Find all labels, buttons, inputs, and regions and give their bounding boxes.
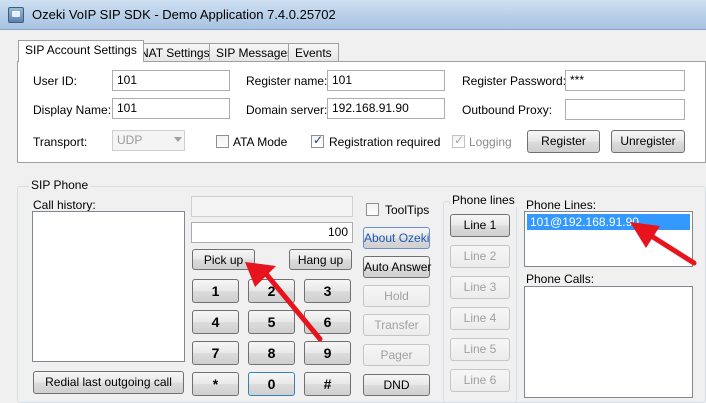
phone-lines-group-title: Phone lines <box>450 193 517 207</box>
hang-up-button[interactable]: Hang up <box>289 249 352 270</box>
redial-button[interactable]: Redial last outgoing call <box>33 371 184 394</box>
transport-select[interactable]: UDP <box>112 130 185 151</box>
volume-field[interactable]: 100 <box>191 222 353 243</box>
keypad-3-button[interactable]: 3 <box>304 279 351 303</box>
keypad-7-button[interactable]: 7 <box>192 341 239 365</box>
keypad-star-button[interactable]: * <box>192 372 239 396</box>
phone-calls-list[interactable] <box>524 286 693 398</box>
unregister-button[interactable]: Unregister <box>611 130 685 153</box>
phone-lines-list-label: Phone Lines: <box>526 198 597 212</box>
registration-required-checkbox[interactable] <box>311 133 324 148</box>
pager-button[interactable]: Pager <box>363 344 430 366</box>
keypad-6-button[interactable]: 6 <box>304 310 351 334</box>
tab-events[interactable]: Events <box>288 43 339 63</box>
display-name-label: Display Name: <box>33 103 112 117</box>
domain-server-field[interactable]: 192.168.91.90 <box>327 98 445 119</box>
tooltips-label: ToolTips <box>385 203 430 217</box>
transport-label: Transport: <box>33 135 88 149</box>
keypad-8-button[interactable]: 8 <box>248 341 295 365</box>
keypad-5-button[interactable]: 5 <box>248 310 295 334</box>
sip-phone-group-title: SIP Phone <box>29 178 91 192</box>
tab-sip-account-settings[interactable]: SIP Account Settings <box>18 40 144 62</box>
keypad-9-button[interactable]: 9 <box>304 341 351 365</box>
keypad-hash-button[interactable]: # <box>304 372 351 396</box>
pick-up-button[interactable]: Pick up <box>192 249 255 270</box>
phone-calls-label: Phone Calls: <box>526 272 595 286</box>
line-2-button[interactable]: Line 2 <box>450 245 510 268</box>
line-5-button[interactable]: Line 5 <box>450 338 510 361</box>
domain-server-label: Domain server: <box>246 103 328 117</box>
phone-line-item[interactable]: 101@192.168.91.90 <box>527 214 690 230</box>
register-password-field[interactable]: *** <box>565 70 685 91</box>
auto-answer-button[interactable]: Auto Answer <box>363 256 431 278</box>
phone-lines-list[interactable]: 101@192.168.91.90 <box>524 211 693 267</box>
user-id-label: User ID: <box>33 74 78 88</box>
register-name-field[interactable]: 101 <box>327 70 445 91</box>
logging-checkbox[interactable] <box>452 133 465 148</box>
tab-sip-messages[interactable]: SIP Messages <box>209 43 301 63</box>
line-6-button[interactable]: Line 6 <box>450 369 510 392</box>
tab-nat-settings[interactable]: NAT Settings <box>133 43 217 63</box>
ata-mode-label: ATA Mode <box>233 135 288 149</box>
line-4-button[interactable]: Line 4 <box>450 307 510 330</box>
title-bar: Ozeki VoIP SIP SDK - Demo Application 7.… <box>0 0 706 30</box>
window-title: Ozeki VoIP SIP SDK - Demo Application 7.… <box>32 7 336 22</box>
keypad-0-button[interactable]: 0 <box>248 372 295 396</box>
outbound-proxy-field[interactable] <box>565 99 685 120</box>
tooltips-checkbox[interactable] <box>366 203 379 216</box>
user-id-field[interactable]: 101 <box>112 70 230 91</box>
keypad-1-button[interactable]: 1 <box>192 279 239 303</box>
register-button[interactable]: Register <box>527 130 600 153</box>
app-icon <box>8 7 24 23</box>
registration-required-label: Registration required <box>329 135 441 149</box>
outbound-proxy-label: Outbound Proxy: <box>462 103 553 117</box>
transfer-button[interactable]: Transfer <box>363 314 430 336</box>
line-1-button[interactable]: Line 1 <box>450 214 510 237</box>
dial-display <box>191 196 353 217</box>
call-history-list[interactable] <box>32 211 185 362</box>
logging-label: Logging <box>469 135 512 149</box>
register-password-label: Register Password: <box>462 74 567 88</box>
keypad-2-button[interactable]: 2 <box>248 279 295 303</box>
ata-mode-checkbox[interactable] <box>216 135 229 148</box>
display-name-field[interactable]: 101 <box>112 98 230 119</box>
chevron-down-icon <box>174 137 182 142</box>
call-history-label: Call history: <box>33 198 96 212</box>
hold-button[interactable]: Hold <box>363 285 430 307</box>
line-3-button[interactable]: Line 3 <box>450 276 510 299</box>
transport-value: UDP <box>117 133 143 147</box>
keypad-4-button[interactable]: 4 <box>192 310 239 334</box>
register-name-label: Register name: <box>246 74 328 88</box>
about-ozeki-button[interactable]: About Ozeki <box>363 227 430 249</box>
dnd-button[interactable]: DND <box>363 374 430 396</box>
